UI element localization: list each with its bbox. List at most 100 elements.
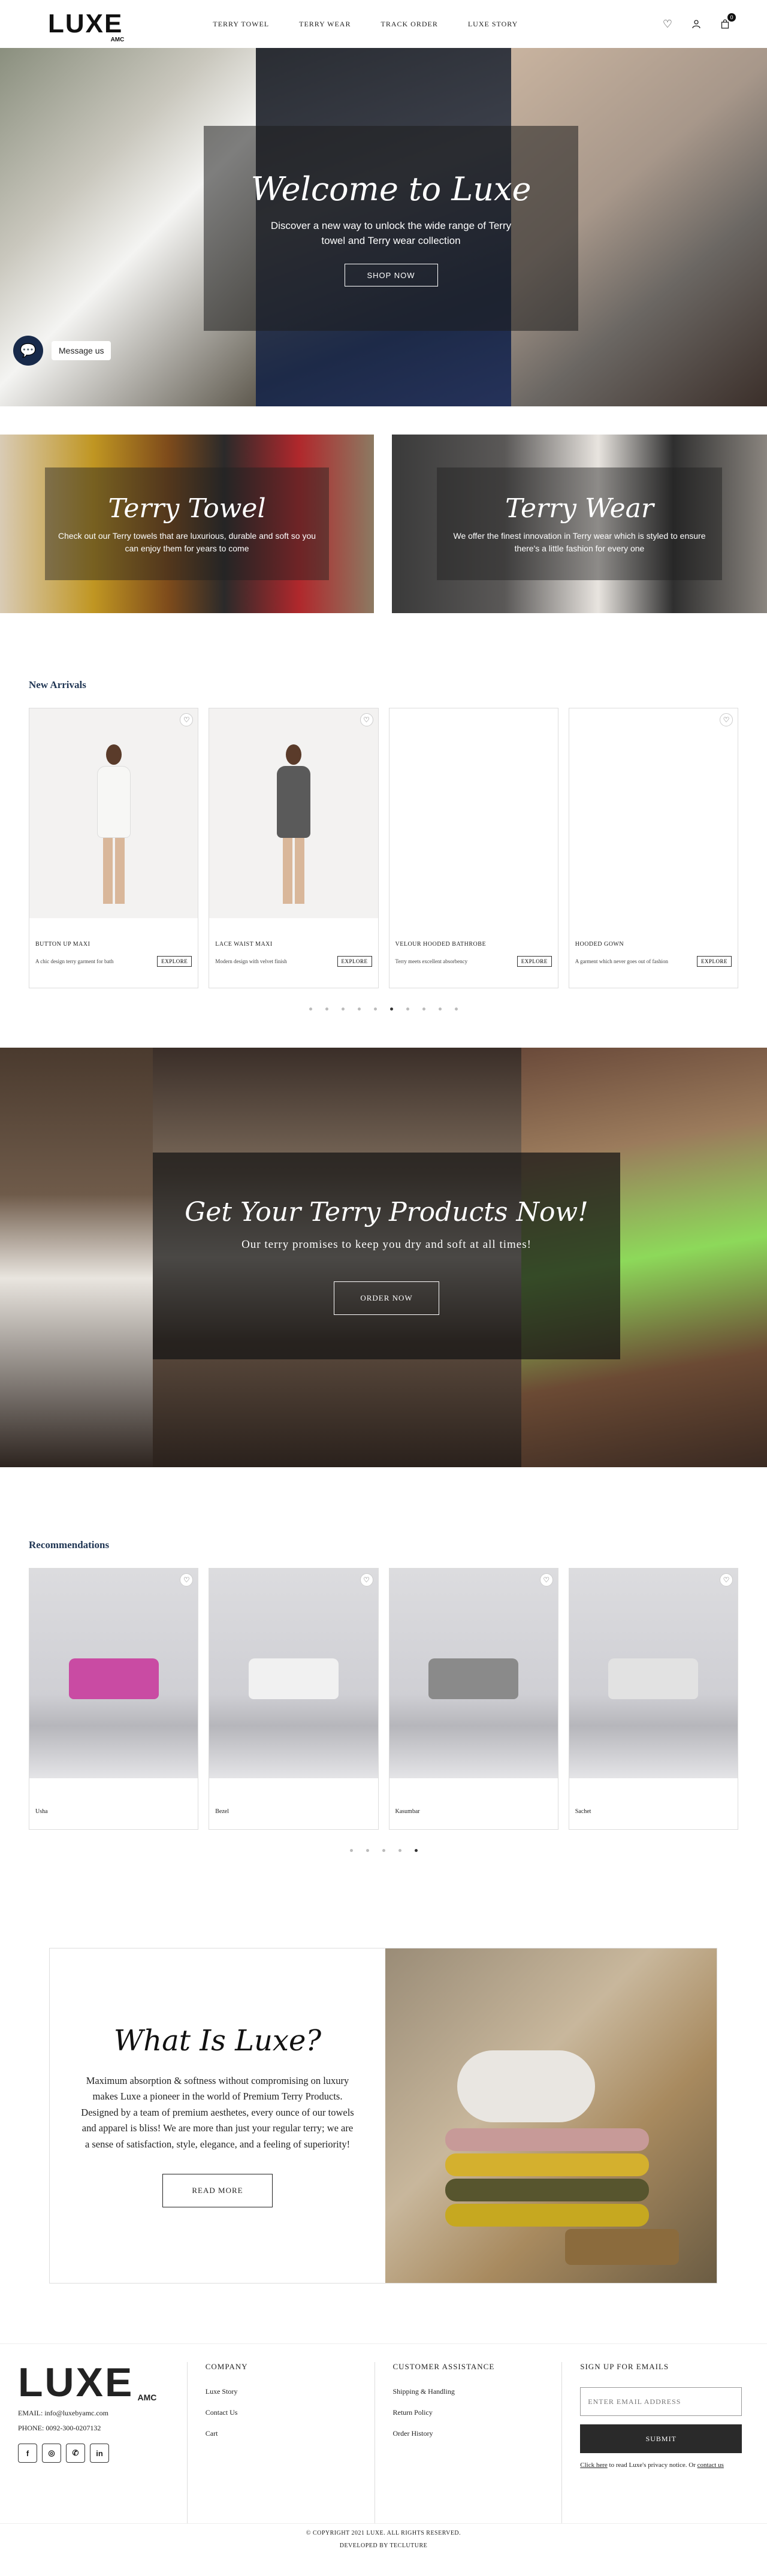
- product-card[interactable]: ♡ LACE WAIST MAXI Modern design with vel…: [209, 708, 379, 988]
- product-name: HOODED GOWN: [575, 941, 624, 948]
- category-terry-wear[interactable]: Terry Wear We offer the finest innovatio…: [392, 435, 767, 613]
- header-icons: ♡ 0: [662, 13, 736, 30]
- privacy-link[interactable]: Click here: [580, 2462, 608, 2469]
- cart-icon[interactable]: 0: [719, 13, 736, 30]
- carousel-dot[interactable]: [358, 1008, 361, 1011]
- product-image[interactable]: ♡: [209, 1568, 378, 1778]
- privacy-text: to read Luxe's privacy notice. Or: [607, 2462, 697, 2469]
- product-desc: A chic design terry garment for bath: [35, 958, 114, 964]
- carousel-dot[interactable]: [382, 1849, 385, 1852]
- product-card[interactable]: ♡ BUTTON UP MAXI A chic design terry gar…: [29, 708, 199, 988]
- product-image[interactable]: ♡: [389, 1568, 558, 1778]
- hero-banner: Welcome to Luxe Discover a new way to un…: [0, 48, 767, 406]
- luxe-logo[interactable]: LUXE AMC: [48, 9, 124, 43]
- carousel-dot[interactable]: [390, 1008, 393, 1011]
- read-more-button[interactable]: READ MORE: [162, 2173, 273, 2207]
- product-image[interactable]: [389, 708, 558, 918]
- contact-link[interactable]: contact us: [697, 2462, 724, 2469]
- nav-terry-towel[interactable]: TERRY TOWEL: [213, 20, 269, 29]
- recommendations-section: Recommendations ♡ Usha ♡ Bezel ♡ Kasumba…: [0, 1467, 767, 1852]
- heart-icon[interactable]: ♡: [662, 18, 674, 30]
- heart-icon[interactable]: ♡: [360, 1573, 373, 1586]
- heart-icon[interactable]: ♡: [360, 713, 373, 726]
- footer-link-cart[interactable]: Cart: [206, 2429, 375, 2438]
- product-image[interactable]: ♡: [569, 708, 738, 918]
- footer-email[interactable]: EMAIL: info@luxebyamc.com: [18, 2409, 187, 2418]
- explore-button[interactable]: EXPLORE: [697, 956, 732, 967]
- logo-sub: AMC: [110, 37, 125, 43]
- heart-icon[interactable]: ♡: [720, 1573, 733, 1586]
- product-image[interactable]: ♡: [209, 708, 378, 918]
- carousel-dot[interactable]: [342, 1008, 345, 1011]
- product-image[interactable]: ♡: [569, 1568, 738, 1778]
- product-card[interactable]: VELOUR HOODED BATHROBE Terry meets excel…: [388, 708, 558, 988]
- carousel-dot[interactable]: [455, 1008, 458, 1011]
- product-card[interactable]: ♡ HOODED GOWN A garment which never goes…: [568, 708, 738, 988]
- heart-icon[interactable]: ♡: [180, 1573, 194, 1586]
- message-us-bubble[interactable]: Message us: [52, 341, 111, 360]
- promo-text: Our terry promises to keep you dry and s…: [241, 1238, 532, 1251]
- carousel-dot[interactable]: [309, 1008, 312, 1011]
- explore-button[interactable]: EXPLORE: [157, 956, 192, 967]
- product-card[interactable]: ♡ Usha: [29, 1568, 199, 1830]
- nav-track-order[interactable]: TRACK ORDER: [381, 20, 437, 29]
- product-info: Usha: [29, 1778, 198, 1829]
- instagram-icon[interactable]: ◎: [42, 2444, 61, 2463]
- heart-icon[interactable]: ♡: [720, 713, 733, 726]
- facebook-icon[interactable]: f: [18, 2444, 37, 2463]
- logo-text[interactable]: LUXE: [48, 9, 123, 38]
- whatsapp-icon[interactable]: ✆: [66, 2444, 85, 2463]
- product-image[interactable]: ♡: [29, 708, 198, 918]
- carousel-dot[interactable]: [406, 1008, 409, 1011]
- footer-link-contact-us[interactable]: Contact Us: [206, 2408, 375, 2417]
- carousel-dot[interactable]: [349, 1849, 353, 1852]
- footer-logo-text[interactable]: LUXE: [18, 2360, 134, 2405]
- submit-button[interactable]: SUBMIT: [580, 2424, 742, 2453]
- product-info: BUTTON UP MAXI A chic design terry garme…: [29, 918, 198, 988]
- hero-title: Welcome to Luxe: [250, 170, 532, 208]
- footer-logo[interactable]: LUXE AMC: [18, 2360, 156, 2405]
- chat-icon[interactable]: 💬: [13, 336, 43, 366]
- product-image[interactable]: ♡: [29, 1568, 198, 1778]
- footer-link-return-policy[interactable]: Return Policy: [393, 2408, 562, 2417]
- carousel-dot[interactable]: [366, 1849, 369, 1852]
- product-desc: Modern design with velvet finish: [215, 958, 287, 964]
- carousel-dot[interactable]: [422, 1008, 425, 1011]
- category-title: Terry Towel: [108, 493, 266, 524]
- developed-by: DEVELOPED BY TECLUTURE: [339, 2542, 428, 2549]
- order-now-button[interactable]: ORDER NOW: [334, 1281, 439, 1315]
- category-terry-towel[interactable]: Terry Towel Check out our Terry towels t…: [0, 435, 374, 613]
- product-info: Kasumbar: [389, 1778, 558, 1829]
- carousel-dot[interactable]: [414, 1849, 418, 1852]
- footer-link-luxe-story[interactable]: Luxe Story: [206, 2387, 375, 2396]
- nav-luxe-story[interactable]: LUXE STORY: [468, 20, 518, 29]
- new-arrivals-grid: ♡ BUTTON UP MAXI A chic design terry gar…: [29, 708, 738, 988]
- explore-button[interactable]: EXPLORE: [517, 956, 552, 967]
- product-name: Kasumbar: [395, 1808, 420, 1815]
- footer-brand: LUXE AMC EMAIL: info@luxebyamc.com PHONE…: [18, 2362, 187, 2523]
- carousel-dot[interactable]: [325, 1008, 328, 1011]
- carousel-dot[interactable]: [374, 1008, 377, 1011]
- nav-terry-wear[interactable]: TERRY WEAR: [299, 20, 351, 29]
- footer-phone[interactable]: PHONE: 0092-300-0207132: [18, 2424, 187, 2433]
- product-card[interactable]: ♡ Bezel: [209, 1568, 379, 1830]
- carousel-dot[interactable]: [439, 1008, 442, 1011]
- towel-image: [428, 1658, 519, 1699]
- email-signup-input[interactable]: [580, 2387, 742, 2416]
- shop-now-button[interactable]: SHOP NOW: [344, 264, 438, 287]
- heart-icon[interactable]: ♡: [180, 713, 194, 726]
- linkedin-icon[interactable]: in: [90, 2444, 109, 2463]
- product-info: Bezel: [209, 1778, 378, 1829]
- heart-icon[interactable]: ♡: [539, 1573, 553, 1586]
- carousel-dot[interactable]: [398, 1849, 401, 1852]
- promo-overlay: Get Your Terry Products Now! Our terry p…: [153, 1153, 620, 1359]
- explore-button[interactable]: EXPLORE: [337, 956, 372, 967]
- product-card[interactable]: ♡ Sachet: [568, 1568, 738, 1830]
- footer-link-order-history[interactable]: Order History: [393, 2429, 562, 2438]
- user-icon[interactable]: [690, 18, 702, 30]
- social-links: f ◎ ✆ in: [18, 2444, 187, 2463]
- product-card[interactable]: ♡ Kasumbar: [388, 1568, 558, 1830]
- hero-text: Discover a new way to unlock the wide ra…: [270, 219, 512, 246]
- product-name: Usha: [35, 1808, 48, 1815]
- footer-link-shipping[interactable]: Shipping & Handling: [393, 2387, 562, 2396]
